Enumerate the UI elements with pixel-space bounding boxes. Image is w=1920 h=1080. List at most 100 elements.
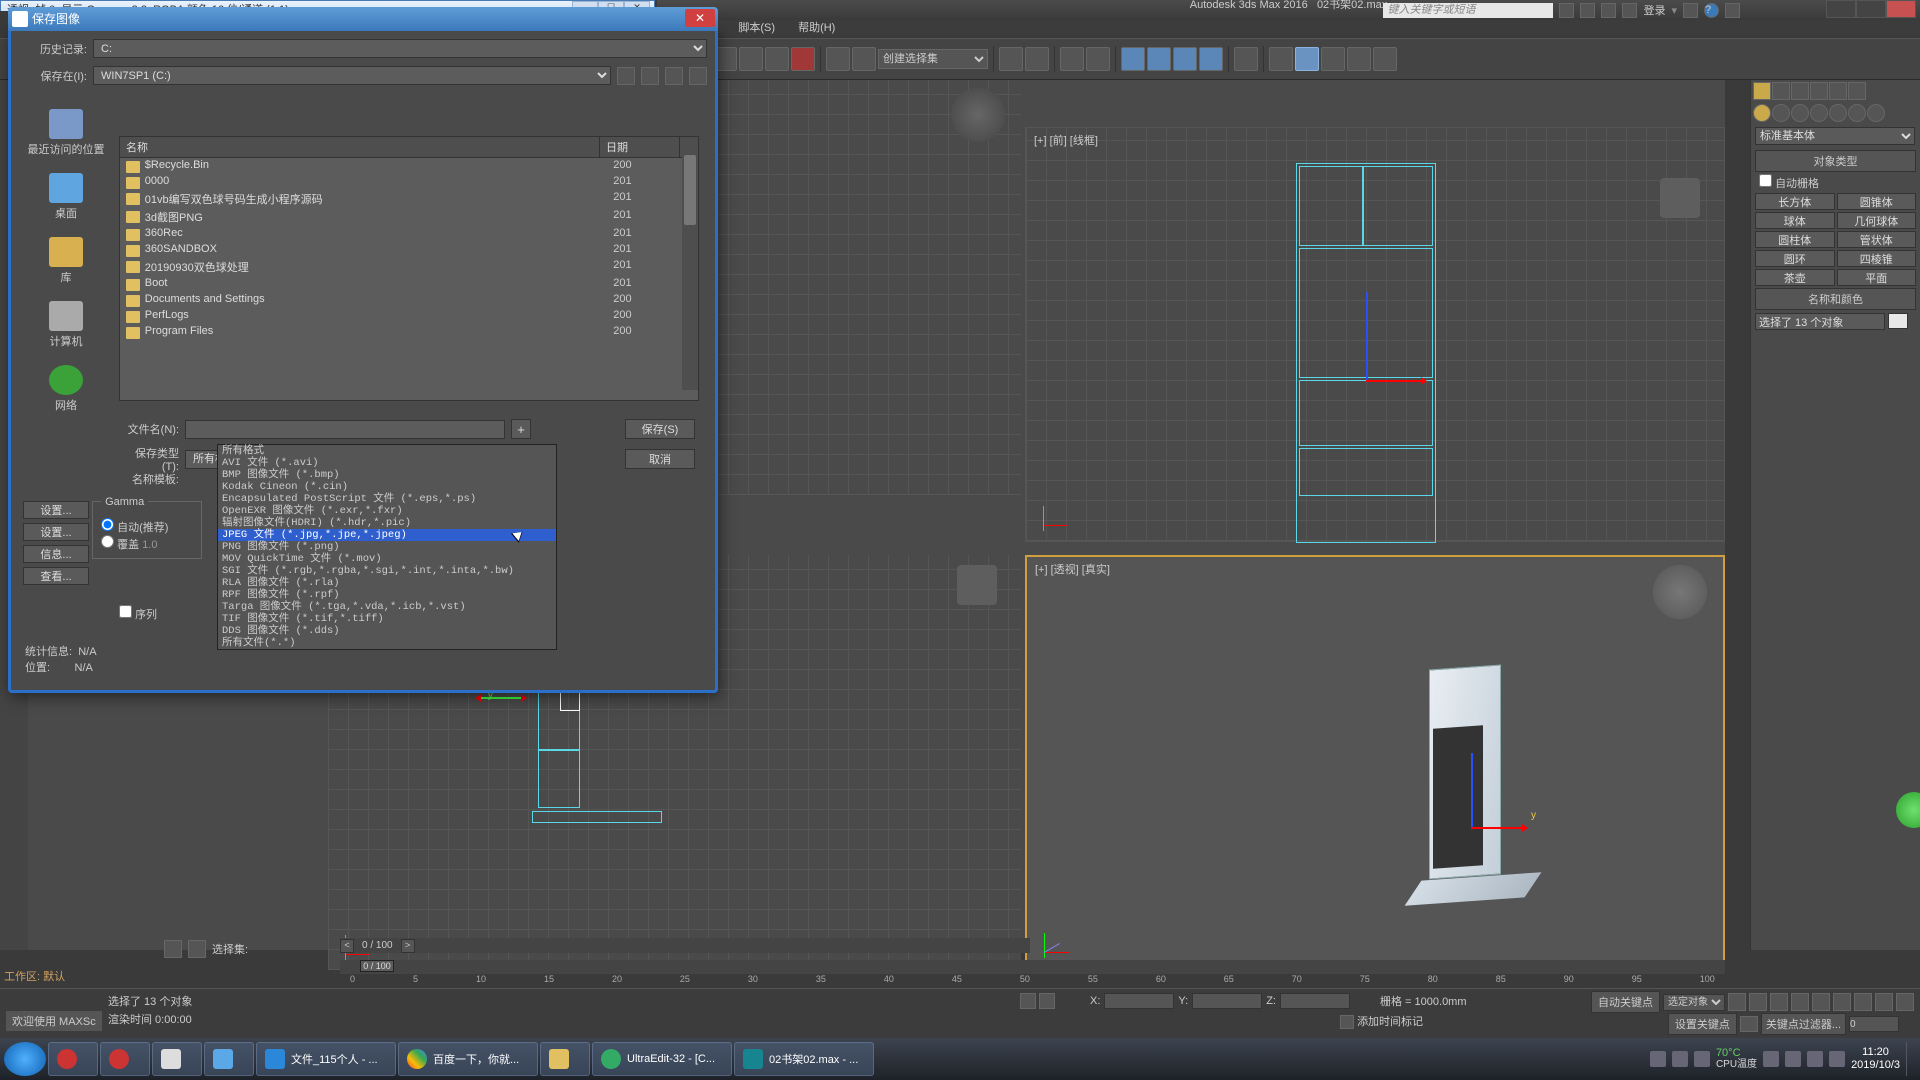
keyfilter-button[interactable]: 关键点过滤器... (1761, 1013, 1846, 1035)
cameras-icon[interactable] (1810, 104, 1828, 122)
tag-icon[interactable] (1340, 1015, 1354, 1029)
file-row[interactable]: PerfLogs200 (120, 308, 698, 324)
filetype-option[interactable]: JPEG 文件 (*.jpg,*.jpe,*.jpeg) (218, 529, 556, 541)
x-input[interactable] (1104, 993, 1174, 1009)
filetype-option[interactable]: RPF 图像文件 (*.rpf) (218, 589, 556, 601)
time-slider[interactable]: 0 / 100 (360, 960, 394, 972)
setup-button[interactable]: 设置... (23, 501, 89, 519)
show-desktop-button[interactable] (1906, 1042, 1916, 1076)
file-row[interactable]: 20190930双色球处理201 (120, 258, 698, 276)
lock-icon[interactable] (1020, 993, 1036, 1009)
nav-icon[interactable] (1833, 993, 1851, 1011)
cylinder-button[interactable]: 圆柱体 (1755, 231, 1835, 248)
helpers-icon[interactable] (1829, 104, 1847, 122)
toolbar-icon[interactable] (1580, 3, 1595, 18)
toolbar-icon[interactable] (1622, 3, 1637, 18)
lights-icon[interactable] (1791, 104, 1809, 122)
filetype-option[interactable]: 辐射图像文件(HDRI) (*.hdr,*.pic) (218, 517, 556, 529)
filetype-option[interactable]: AVI 文件 (*.avi) (218, 457, 556, 469)
nav-icon[interactable] (1896, 993, 1914, 1011)
motion-tab[interactable] (1810, 82, 1828, 100)
help-search-input[interactable]: 键入关键字或短语 (1383, 3, 1553, 18)
filetype-option[interactable]: SGI 文件 (*.rgb,*.rgba,*.sgi,*.int,*.inta,… (218, 565, 556, 577)
tool-icon[interactable] (791, 47, 815, 71)
filetype-option[interactable]: TIF 图像文件 (*.tif,*.tiff) (218, 613, 556, 625)
play-icon[interactable] (1770, 993, 1788, 1011)
viewport-label[interactable]: [+] [前] [线框] (1034, 132, 1098, 148)
autokey-button[interactable]: 自动关键点 (1591, 991, 1660, 1013)
start-button[interactable] (4, 1042, 46, 1076)
filetype-option[interactable]: Kodak Cineon (*.cin) (218, 481, 556, 493)
pyramid-button[interactable]: 四棱锥 (1837, 250, 1917, 267)
tool-icon[interactable] (1086, 47, 1110, 71)
gamma-auto-radio[interactable]: 自动(推荐) (101, 518, 193, 535)
category-dropdown[interactable]: 标准基本体 (1755, 127, 1915, 145)
modify-tab[interactable] (1772, 82, 1790, 100)
systems-icon[interactable] (1867, 104, 1885, 122)
clock-date[interactable]: 2019/10/3 (1851, 1059, 1900, 1072)
filetype-option[interactable]: RLA 图像文件 (*.rla) (218, 577, 556, 589)
spacewarps-icon[interactable] (1848, 104, 1866, 122)
create-tab[interactable] (1753, 82, 1771, 100)
y-input[interactable] (1192, 993, 1262, 1009)
auto-grid-checkbox[interactable]: 自动栅格 (1759, 178, 1819, 190)
cancel-button[interactable]: 取消 (625, 449, 695, 469)
frame-slider[interactable]: < 0 / 100 > (340, 938, 1030, 953)
taskbar-item[interactable] (100, 1042, 150, 1076)
dropdown-icon[interactable] (1725, 3, 1740, 18)
maximize-button[interactable] (1856, 0, 1886, 18)
selection-set-dropdown[interactable]: 创建选择集 (878, 49, 988, 69)
timeline[interactable]: 0 / 100 05101520253035404550556065707580… (340, 960, 1725, 988)
nav-icon[interactable] (1854, 993, 1872, 1011)
dialog-titlebar[interactable]: 保存图像 ✕ (8, 7, 718, 31)
tool-icon[interactable] (765, 47, 789, 71)
up-icon[interactable] (641, 67, 659, 85)
play-next-icon[interactable] (1791, 993, 1809, 1011)
menu-script[interactable]: 脚本(S) (728, 20, 785, 36)
isolate-icon[interactable] (188, 940, 206, 958)
place-computer[interactable]: 计算机 (19, 295, 113, 359)
plane-button[interactable]: 平面 (1837, 269, 1917, 286)
minimize-button[interactable] (1826, 0, 1856, 18)
file-row[interactable]: Documents and Settings200 (120, 292, 698, 308)
tray-icon[interactable] (1829, 1051, 1845, 1067)
filetype-option[interactable]: 所有文件(*.*) (218, 637, 556, 649)
hierarchy-tab[interactable] (1791, 82, 1809, 100)
info-button[interactable]: 信息... (23, 545, 89, 563)
clock-time[interactable]: 11:20 (1851, 1046, 1900, 1059)
tool-icon[interactable] (1269, 47, 1293, 71)
filetype-option[interactable]: Targa 图像文件 (*.tga,*.vda,*.icb,*.vst) (218, 601, 556, 613)
filename-input[interactable] (185, 420, 505, 439)
setkey-button[interactable]: 设置关键点 (1668, 1013, 1737, 1035)
file-row[interactable]: Boot201 (120, 276, 698, 292)
filetype-option[interactable]: MOV QuickTime 文件 (*.mov) (218, 553, 556, 565)
tool-icon[interactable] (1373, 47, 1397, 71)
tool-icon[interactable] (739, 47, 763, 71)
frame-input[interactable] (1849, 1016, 1899, 1032)
plus-button[interactable]: + (511, 419, 531, 439)
layer-icon[interactable] (164, 940, 182, 958)
taskbar-item[interactable]: UltraEdit-32 - [C... (592, 1042, 732, 1076)
next-arrow-icon[interactable]: > (401, 939, 415, 953)
z-input[interactable] (1280, 993, 1350, 1009)
tool-icon[interactable] (999, 47, 1023, 71)
geosphere-button[interactable]: 几何球体 (1837, 212, 1917, 229)
viewport-front[interactable]: [+] [前] [线框] (1025, 127, 1725, 542)
taskbar-item[interactable] (48, 1042, 98, 1076)
place-desktop[interactable]: 桌面 (19, 167, 113, 231)
filetype-option[interactable]: 所有格式 (218, 445, 556, 457)
close-button[interactable] (1886, 0, 1916, 18)
system-tray[interactable]: 70°C CPU温度 11:20 2019/10/3 (1650, 1042, 1916, 1076)
file-row[interactable]: 3d截图PNG201 (120, 208, 698, 226)
prev-arrow-icon[interactable]: < (340, 939, 354, 953)
file-list[interactable]: 名称 日期 $Recycle.Bin200000020101vb编写双色球号码生… (119, 136, 699, 401)
file-row[interactable]: Program Files200 (120, 324, 698, 340)
box-button[interactable]: 长方体 (1755, 193, 1835, 210)
key-icon[interactable] (1740, 1016, 1758, 1032)
cone-button[interactable]: 圆锥体 (1837, 193, 1917, 210)
place-network[interactable]: 网络 (19, 359, 113, 423)
tray-icon[interactable] (1763, 1051, 1779, 1067)
scrollbar[interactable] (682, 155, 698, 390)
play-prev-icon[interactable] (1749, 993, 1767, 1011)
teapot-icon[interactable] (1321, 47, 1345, 71)
